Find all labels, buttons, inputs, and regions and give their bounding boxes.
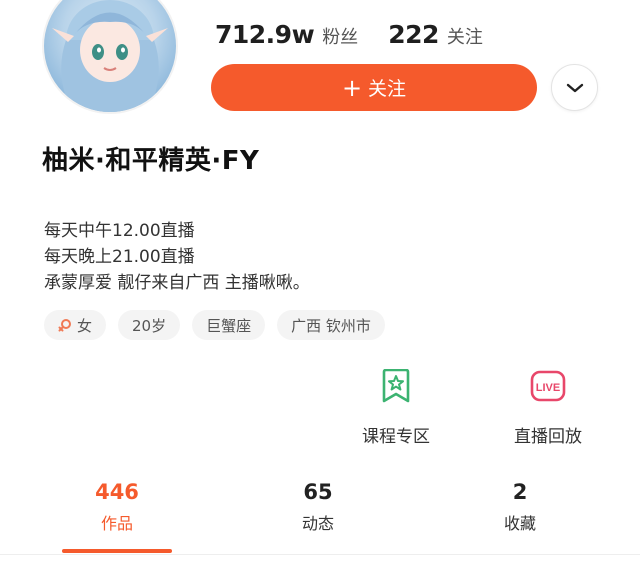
age-tag: 20岁 — [118, 310, 181, 340]
more-options-button[interactable] — [551, 64, 598, 111]
following-count: 222 — [388, 20, 439, 49]
location-tag: 广西 钦州市 — [277, 310, 385, 340]
active-tab-indicator — [62, 549, 172, 553]
tab-moments[interactable]: 65 动态 — [258, 480, 378, 534]
bio: 每天中午12.00直播 每天晚上21.00直播 承蒙厚爱 靓仔来自广西 主播啾啾… — [44, 218, 310, 296]
tab-count: 446 — [95, 480, 139, 504]
followers-count: 712.9w — [215, 20, 315, 49]
live-replay-icon: LIVE — [530, 370, 566, 402]
follow-button[interactable]: + 关注 — [211, 64, 537, 111]
tab-label: 收藏 — [503, 514, 536, 533]
female-icon — [58, 319, 71, 332]
avatar-illustration — [52, 0, 168, 112]
bio-line: 每天中午12.00直播 — [44, 221, 195, 241]
zodiac-label: 巨蟹座 — [206, 316, 252, 335]
following-stat[interactable]: 222 关注 — [388, 20, 483, 49]
profile-name: 柚米·和平精英·FY — [42, 146, 260, 176]
plus-icon: + — [341, 73, 363, 102]
followers-label: 粉丝 — [322, 27, 359, 48]
chevron-down-icon — [566, 83, 583, 92]
zodiac-tag: 巨蟹座 — [192, 310, 266, 340]
gender-label: 女 — [77, 316, 93, 335]
followers-stat[interactable]: 712.9w 粉丝 — [215, 20, 358, 49]
tab-divider — [0, 554, 640, 555]
following-label: 关注 — [446, 27, 483, 48]
tab-count: 2 — [512, 480, 528, 504]
content-tabbar: 446 作品 65 动态 2 收藏 — [0, 480, 640, 569]
location-label: 广西 钦州市 — [291, 316, 371, 335]
gender-tag: 女 — [44, 310, 107, 340]
course-zone-entry[interactable]: 课程专区 — [341, 368, 451, 447]
live-replay-label: 直播回放 — [514, 427, 582, 447]
follow-button-label: 关注 — [368, 78, 407, 100]
live-replay-entry[interactable]: LIVE 直播回放 — [493, 368, 603, 447]
stats-row: 712.9w 粉丝 222 关注 — [215, 20, 513, 49]
tab-label: 动态 — [301, 514, 334, 533]
tab-favorites[interactable]: 2 收藏 — [460, 480, 580, 534]
bio-line: 每天晚上21.00直播 — [44, 247, 195, 267]
bio-line: 承蒙厚爱 靓仔来自广西 主播啾啾。 — [44, 273, 310, 293]
course-zone-label: 课程专区 — [362, 427, 430, 447]
live-icon-text: LIVE — [536, 382, 560, 394]
tab-works[interactable]: 446 作品 — [57, 480, 177, 534]
tab-count: 65 — [303, 480, 333, 504]
profile-tags: 女 20岁 巨蟹座 广西 钦州市 — [44, 310, 397, 340]
avatar[interactable] — [42, 0, 178, 114]
tab-label: 作品 — [100, 514, 133, 533]
bookmark-star-icon — [382, 369, 410, 403]
age-label: 20岁 — [132, 316, 167, 335]
